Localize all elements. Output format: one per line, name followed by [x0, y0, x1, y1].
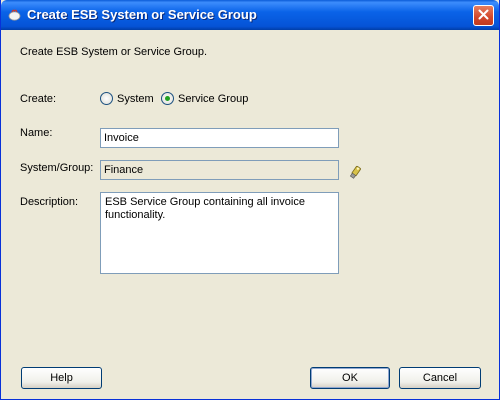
system-group-field: Finance: [100, 160, 339, 180]
ok-button[interactable]: OK: [310, 367, 390, 389]
description-label: Description:: [20, 196, 79, 208]
help-button[interactable]: Help: [21, 367, 102, 389]
system-group-label: System/Group:: [20, 162, 94, 174]
radio-service-group-label: Service Group: [178, 92, 249, 105]
description-textarea[interactable]: ESB Service Group containing all invoice…: [100, 192, 339, 274]
name-input[interactable]: Invoice: [100, 128, 339, 148]
radio-service-group[interactable]: Service Group: [161, 92, 248, 105]
cancel-button-label: Cancel: [422, 372, 458, 384]
close-button[interactable]: [473, 5, 494, 26]
dialog-content: Create ESB System or Service Group. Crea…: [1, 30, 499, 399]
help-button-label: Help: [50, 372, 73, 384]
create-label: Create:: [20, 93, 57, 105]
cancel-button[interactable]: Cancel: [399, 367, 481, 389]
name-label: Name:: [20, 127, 53, 139]
intro-text: Create ESB System or Service Group.: [20, 46, 208, 58]
ok-button-label: OK: [342, 372, 358, 384]
flashlight-icon[interactable]: [347, 164, 363, 180]
app-icon: [8, 8, 21, 21]
radio-service-group-indicator[interactable]: [161, 92, 174, 105]
radio-system[interactable]: System: [100, 92, 154, 105]
window-title: Create ESB System or Service Group: [27, 7, 257, 22]
title-bar[interactable]: Create ESB System or Service Group: [1, 0, 499, 30]
radio-system-label: System: [117, 92, 154, 105]
dialog-window: Create ESB System or Service Group Creat…: [0, 0, 500, 400]
close-icon: [478, 9, 489, 23]
radio-system-indicator[interactable]: [100, 92, 113, 105]
